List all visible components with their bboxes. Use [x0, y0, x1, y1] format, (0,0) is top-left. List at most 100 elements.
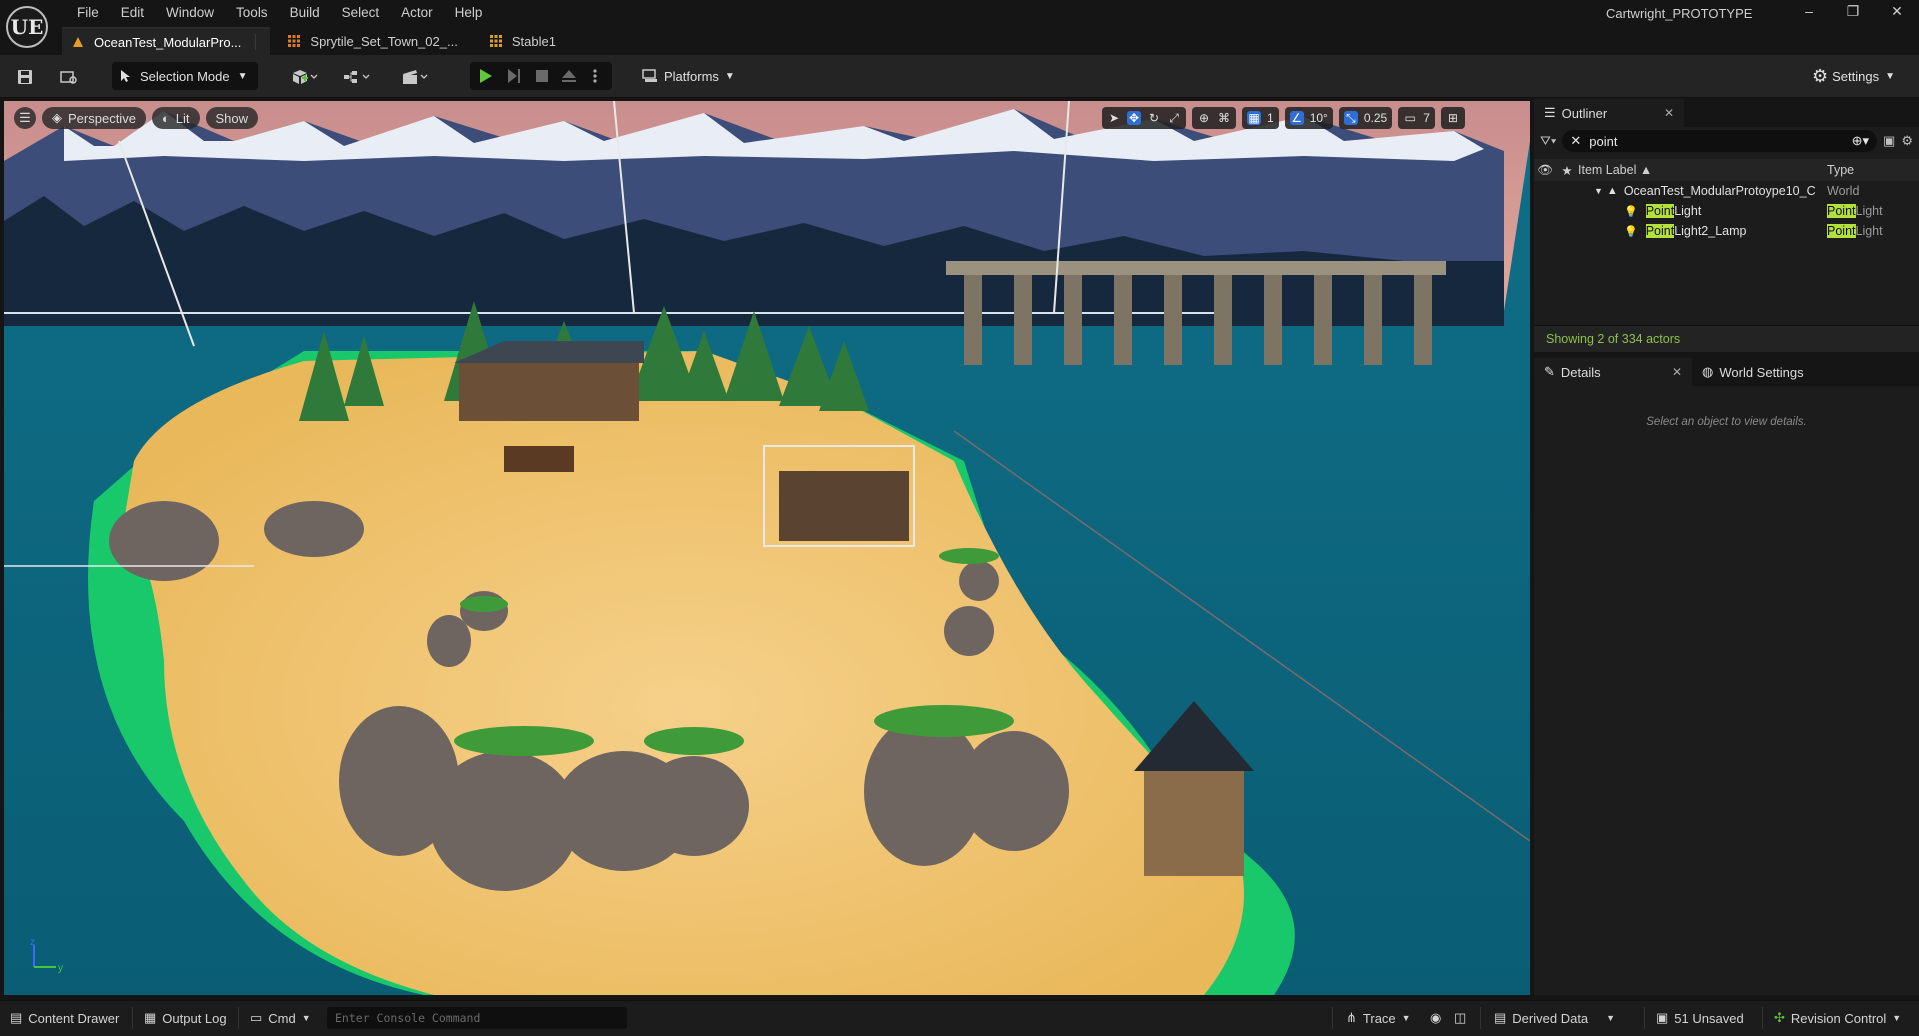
chevron-down-icon: ▼	[1892, 1013, 1902, 1023]
scale-snap-icon[interactable]: ⤡	[1343, 111, 1358, 125]
details-title: Details	[1560, 364, 1601, 380]
tab-ocean-test[interactable]: OceanTest_ModularPro...	[62, 27, 271, 55]
content-drawer-label: Content Drawer	[28, 1010, 120, 1026]
outliner-search-box[interactable]: ✕ point ⊕▾	[1562, 130, 1878, 152]
pin-star-icon[interactable]: ★	[1556, 163, 1578, 178]
selection-mode-label: Selection Mode	[140, 68, 230, 84]
show-button[interactable]: Show	[205, 107, 259, 129]
restore-icon[interactable]: ❐	[1831, 0, 1875, 24]
cmd-dropdown[interactable]: ▭ Cmd ▼	[250, 1001, 311, 1035]
viewport-menu-icon[interactable]: ☰	[14, 107, 36, 129]
menu-select[interactable]: Select	[331, 3, 391, 25]
content-drawer-button[interactable]: ▤ Content Drawer	[10, 1001, 119, 1035]
pencil-icon: ✎	[1544, 364, 1555, 379]
title-bar: UE File Edit Window Tools Build Select A…	[0, 0, 1919, 55]
screenshot-icon[interactable]: ◫	[1454, 1001, 1466, 1035]
rotation-snap[interactable]: ∠ 10°	[1284, 107, 1333, 129]
outliner-row-pointlight[interactable]: 💡 Point Light PointLight	[1534, 201, 1919, 221]
details-empty-hint: Select an object to view details.	[1646, 416, 1807, 428]
outliner-panel: ☰ Outliner ✕ ⛛▾ ✕ point ⊕▾ ▣ ⚙ 👁 ★ Item …	[1534, 99, 1919, 352]
outliner-tab[interactable]: ☰ Outliner ✕	[1534, 99, 1684, 127]
surface-snap-icon[interactable]: ⌘	[1217, 111, 1231, 125]
menu-build[interactable]: Build	[279, 3, 331, 25]
revision-control-label: Revision Control	[1790, 1010, 1887, 1026]
world-space-icon[interactable]: ⊕	[1197, 111, 1211, 125]
layout-button[interactable]: ⊞	[1440, 107, 1465, 129]
close-icon[interactable]: ✕	[1875, 0, 1919, 24]
filter-icon[interactable]: ⛛▾	[1540, 133, 1556, 149]
menu-edit[interactable]: Edit	[110, 3, 155, 25]
level-viewport[interactable]: ☰ ◈ Perspective ◐ Lit Show ➤ ✥ ↻ ⤢ ⊕ ⌘ ▦…	[4, 101, 1530, 995]
record-icon[interactable]: ◉	[1430, 1001, 1441, 1035]
console-command-input[interactable]: Enter Console Command	[327, 1007, 627, 1029]
expand-arrow-icon[interactable]: ▼	[1594, 186, 1603, 196]
move-tool-icon[interactable]: ✥	[1127, 111, 1141, 125]
play-icon[interactable]	[478, 68, 494, 84]
unsaved-button[interactable]: ▣ 51 Unsaved	[1656, 1001, 1744, 1035]
add-filter-icon[interactable]: ⊕▾	[1852, 133, 1869, 149]
rotate-tool-icon[interactable]: ↻	[1147, 111, 1161, 125]
scale-snap[interactable]: ⤡ 0.25	[1338, 107, 1393, 129]
menu-window[interactable]: Window	[155, 3, 225, 25]
unreal-logo-icon[interactable]: UE	[6, 6, 48, 48]
grid-snap[interactable]: ▦ 1	[1242, 107, 1279, 129]
tab-stable1[interactable]: Stable1	[480, 27, 570, 55]
save-icon[interactable]	[12, 64, 38, 90]
add-actor-icon[interactable]	[288, 64, 324, 90]
trace-icon: ⋔	[1346, 1010, 1357, 1025]
scene-render[interactable]	[4, 101, 1530, 995]
rotation-snap-icon[interactable]: ∠	[1289, 111, 1304, 125]
lit-button[interactable]: ◐ Lit	[151, 107, 200, 129]
new-folder-icon[interactable]: ▣	[1883, 133, 1895, 149]
derived-data-dropdown[interactable]: ▤ Derived Data ▼	[1494, 1001, 1615, 1035]
trace-dropdown[interactable]: ⋔ Trace ▼	[1346, 1001, 1411, 1035]
minimize-icon[interactable]: –	[1787, 0, 1831, 24]
clear-search-icon[interactable]: ✕	[1570, 133, 1581, 149]
search-match-highlight: Point	[1645, 204, 1675, 218]
step-icon[interactable]	[506, 68, 522, 84]
outliner-search-input[interactable]: point	[1589, 134, 1843, 149]
content-drawer-icon: ▤	[10, 1010, 23, 1025]
browse-level-icon[interactable]	[56, 64, 82, 90]
unsaved-icon: ▣	[1656, 1010, 1669, 1025]
world-row[interactable]: ▼ ▲ OceanTest_ModularProtoype10_C World	[1534, 181, 1919, 201]
visibility-eye-icon[interactable]: 👁	[1534, 163, 1556, 178]
selection-mode-dropdown[interactable]: Selection Mode ▼	[112, 62, 258, 90]
outliner-row-pointlight2-lamp[interactable]: 💡 Point Light2_Lamp PointLight	[1534, 221, 1919, 241]
tab-sprytile-set[interactable]: Sprytile_Set_Town_02_...	[278, 27, 471, 55]
stop-icon[interactable]	[534, 68, 550, 84]
scale-tool-icon[interactable]: ⤢	[1167, 111, 1181, 125]
settings-dropdown[interactable]: ⚙ Settings ▼	[1812, 62, 1895, 90]
item-label-column[interactable]: Item Label ▲	[1578, 163, 1652, 177]
menu-file[interactable]: File	[66, 3, 110, 25]
grid-asset-icon	[489, 35, 502, 47]
eject-icon[interactable]	[560, 68, 578, 84]
chevron-down-icon: ▼	[237, 70, 248, 82]
menu-help[interactable]: Help	[444, 3, 494, 25]
platforms-dropdown[interactable]: Platforms ▼	[642, 62, 735, 90]
select-tool-icon[interactable]: ➤	[1107, 111, 1121, 125]
unsaved-label: 51 Unsaved	[1674, 1010, 1744, 1026]
menu-bar: File Edit Window Tools Build Select Acto…	[66, 3, 493, 25]
cursor-icon	[121, 70, 130, 82]
menu-actor[interactable]: Actor	[390, 3, 444, 25]
cinematics-icon[interactable]	[398, 64, 434, 90]
settings-gear-icon[interactable]: ⚙	[1901, 133, 1913, 149]
transform-tools: ➤ ✥ ↻ ⤢	[1102, 107, 1186, 129]
type-column[interactable]: Type	[1827, 163, 1854, 177]
details-tab[interactable]: ✎ Details ✕	[1534, 358, 1692, 386]
camera-speed[interactable]: ▭ 7	[1398, 107, 1435, 129]
grid-snap-icon[interactable]: ▦	[1247, 111, 1261, 125]
terminal-icon: ▭	[250, 1010, 263, 1025]
output-log-button[interactable]: ▦ Output Log	[144, 1001, 227, 1035]
more-options-icon[interactable]	[592, 68, 598, 84]
blueprint-icon[interactable]	[340, 64, 376, 90]
main-toolbar: Selection Mode ▼ Platforms ▼ ⚙ Settings …	[0, 55, 1919, 98]
perspective-button[interactable]: ◈ Perspective	[42, 107, 146, 129]
revision-control-dropdown[interactable]: ✣ Revision Control ▼	[1774, 1001, 1901, 1035]
close-icon[interactable]: ✕	[1664, 106, 1674, 120]
world-settings-tab[interactable]: ◍ World Settings	[1692, 358, 1850, 386]
menu-tools[interactable]: Tools	[225, 3, 279, 25]
level-icon	[73, 37, 83, 47]
close-icon[interactable]: ✕	[1672, 365, 1682, 379]
